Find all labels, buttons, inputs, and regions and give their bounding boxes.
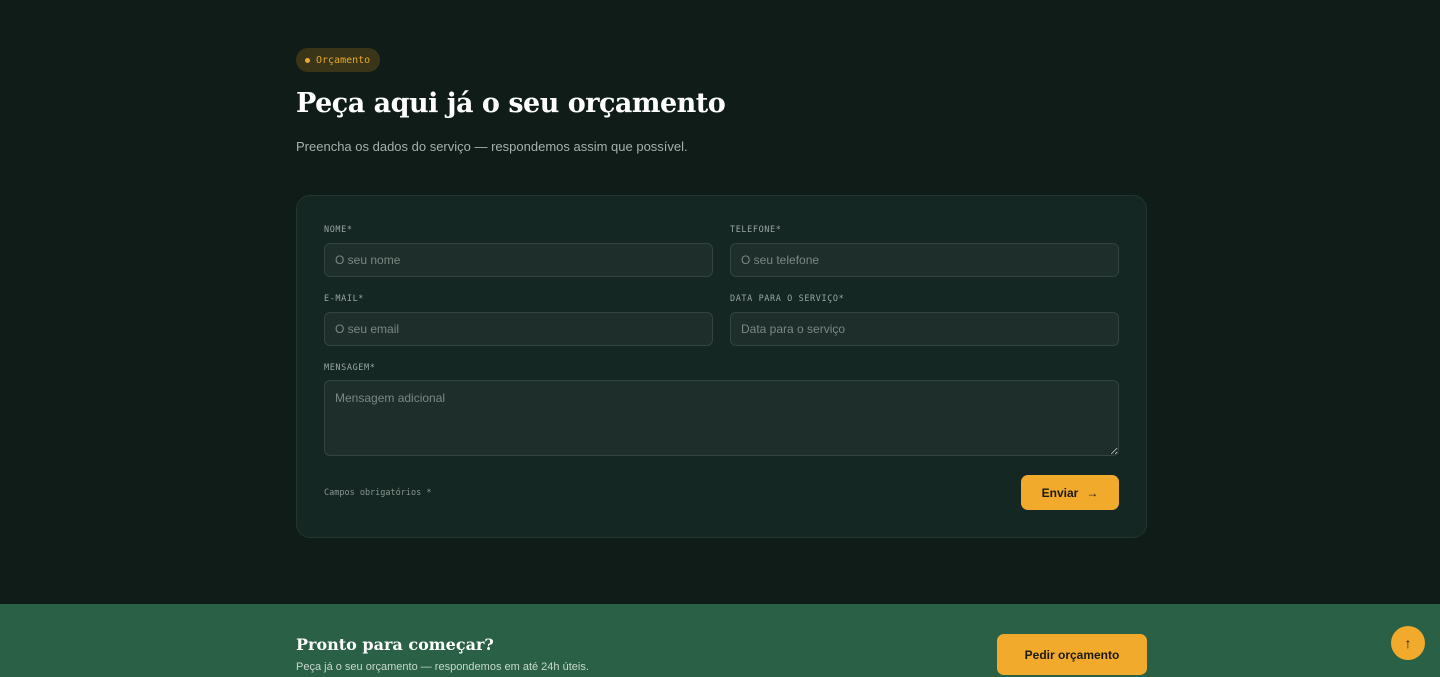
date-input[interactable] [730, 312, 1119, 346]
page-title: Peça aqui já o seu orçamento [296, 88, 726, 119]
badge-label: Orçamento [316, 54, 371, 66]
date-label: DATA PARA O SERVIÇO* [730, 294, 845, 304]
email-label: E-MAIL* [324, 294, 365, 304]
scroll-to-top-button[interactable]: ↑ [1391, 626, 1425, 660]
arrow-right-icon: → [1086, 485, 1099, 500]
request-quote-button[interactable]: Pedir orçamento [997, 634, 1147, 675]
message-label: MENSAGEM* [324, 363, 376, 373]
quote-section: Orçamento Peça aqui já o seu orçamento P… [0, 0, 1440, 604]
cta-subtitle: Peça já o seu orçamento — respondemos em… [296, 661, 589, 673]
arrow-up-icon: ↑ [1404, 635, 1412, 651]
page: Orçamento Peça aqui já o seu orçamento P… [0, 0, 1440, 677]
section-badge: Orçamento [296, 48, 381, 72]
name-input[interactable] [324, 243, 713, 277]
dot-icon [305, 57, 310, 63]
email-input[interactable] [324, 312, 713, 346]
page-subtitle: Preencha os dados do serviço — respondem… [296, 139, 688, 154]
send-button-label: Enviar [1041, 485, 1079, 500]
message-textarea[interactable] [324, 380, 1119, 456]
phone-input[interactable] [730, 243, 1119, 277]
cta-band: Pronto para começar? Peça já o seu orçam… [0, 604, 1440, 677]
send-button[interactable]: Enviar → [1021, 475, 1119, 510]
required-fields-note: Campos obrigatórios * [324, 488, 432, 498]
phone-label: TELEFONE* [730, 225, 782, 235]
cta-title: Pronto para começar? [296, 635, 494, 654]
quote-form: NOME* TELEFONE* E-MAIL* DATA PARA O SERV… [296, 195, 1147, 538]
name-label: NOME* [324, 225, 353, 235]
